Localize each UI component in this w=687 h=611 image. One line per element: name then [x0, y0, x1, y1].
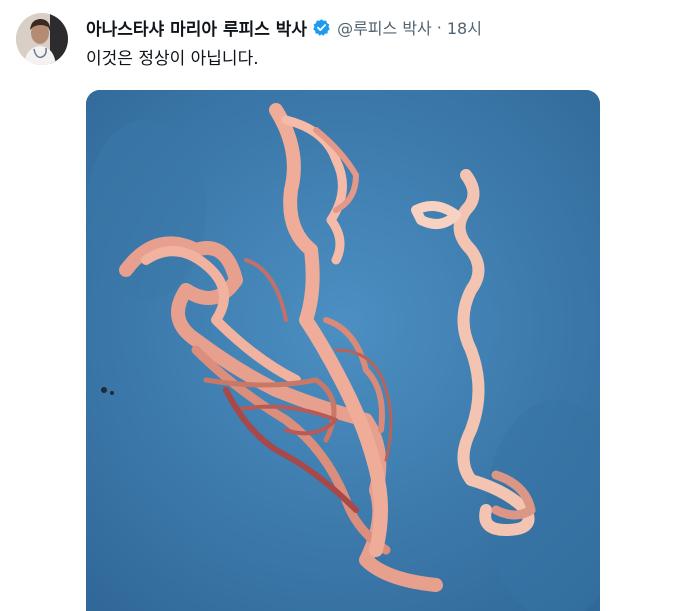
- tweet-text: 이것은 정상이 아닙니다.: [86, 49, 259, 69]
- author-display-name[interactable]: 아나스타샤 마리아 루피스 박사: [86, 15, 307, 40]
- author-avatar[interactable]: [16, 13, 68, 65]
- verified-badge-icon[interactable]: [312, 18, 331, 37]
- photo-of-rubbery-clots-icon: [86, 90, 600, 611]
- doctor-avatar-photo-icon: [16, 13, 68, 65]
- tweet: 아나스타샤 마리아 루피스 박사 @루피스 박사 · 18시 이것은 정상이 아…: [0, 0, 687, 611]
- tweet-media-photo[interactable]: [86, 90, 600, 611]
- author-handle[interactable]: @루피스 박사: [337, 15, 432, 39]
- tweet-timestamp[interactable]: 18시: [447, 15, 482, 39]
- separator-dot: ·: [436, 17, 442, 37]
- tweet-header: 아나스타샤 마리아 루피스 박사 @루피스 박사 · 18시: [86, 14, 482, 40]
